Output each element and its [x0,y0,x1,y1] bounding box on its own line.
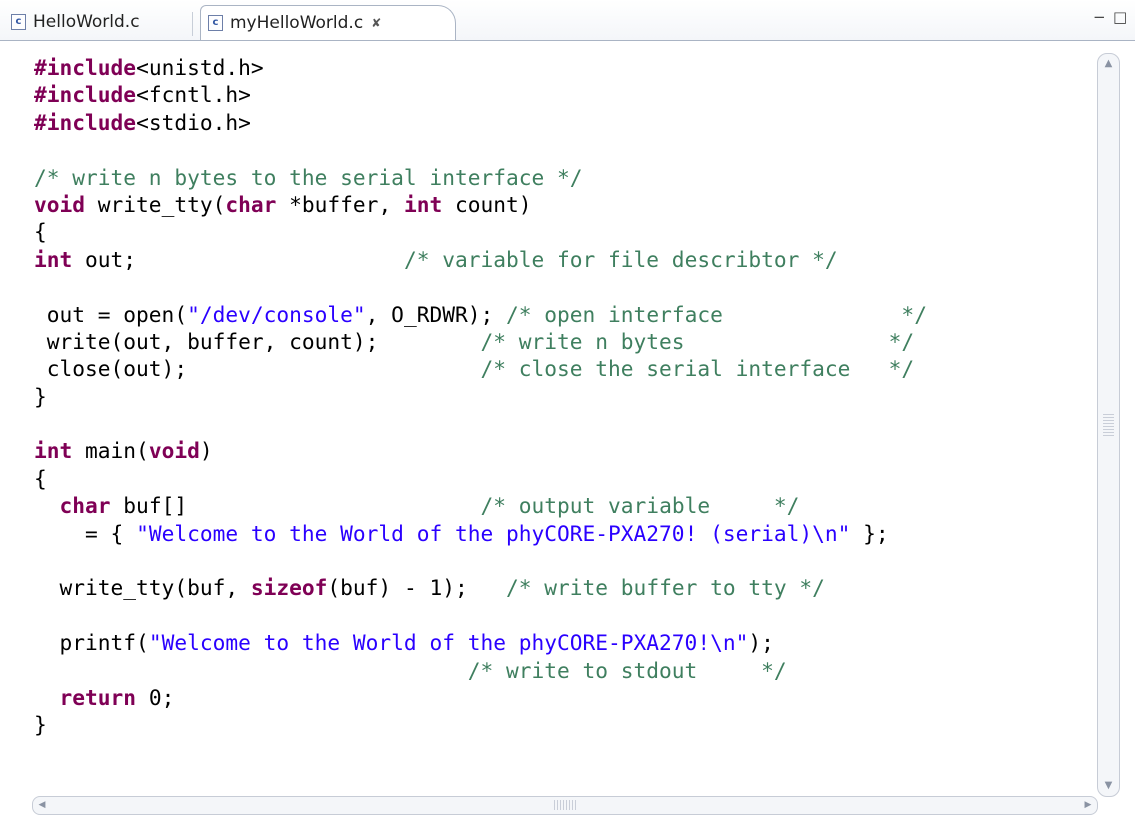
comment-token: /* write n bytes to the serial interface… [34,164,583,190]
code-line[interactable]: void write_tty(char *buffer, int count) [34,191,927,218]
comment-token: /* variable for file describtor */ [403,246,838,272]
code-line[interactable]: return 0; [34,684,927,711]
code-line[interactable]: close(out); /* close the serial interfac… [34,355,927,382]
code-token: } [34,712,47,738]
scrollbar-grip[interactable] [1103,414,1114,436]
code-line[interactable]: #include<unistd.h> [34,54,927,81]
scroll-down-arrow-icon[interactable]: ▼ [1098,776,1119,796]
code-line[interactable]: out = open("/dev/console", O_RDWR); /* o… [34,301,927,328]
c-source-file-icon: c [11,14,26,30]
code-line[interactable]: int main(void) [34,437,927,464]
code-line[interactable]: { [34,218,927,245]
comment-token: /* open interface */ [506,301,927,327]
code-token: }; [850,520,889,546]
keyword-token: char [59,493,111,519]
code-token: (buf) - 1); [327,575,506,601]
keyword-token: char [225,191,277,217]
code-line[interactable]: #include<fcntl.h> [34,81,927,108]
horizontal-scrollbar[interactable]: ◀ ▶ [32,796,1098,815]
code-line[interactable]: } [34,383,927,410]
code-line[interactable]: #include<stdio.h> [34,109,927,136]
scroll-up-arrow-icon[interactable]: ▲ [1098,54,1119,74]
c-source-file-icon: c [208,15,223,31]
close-tab-icon[interactable]: ✘ [371,16,381,30]
code-editor[interactable]: #include<unistd.h> #include<fcntl.h> #incl… [0,40,1135,815]
keyword-token: #include [34,109,137,135]
keyword-token: void [148,438,200,464]
string-token: "/dev/console" [187,301,366,327]
string-token: "Welcome to the World of the phyCORE-PXA… [148,630,749,656]
code-token: , O_RDWR); [365,301,506,327]
comment-token: /* output variable */ [480,493,800,519]
tab-helloworld-c[interactable]: c HelloWorld.c [4,5,189,39]
code-token: out; [72,246,404,272]
comment-token: /* write to stdout */ [467,657,787,683]
code-token: ); [748,630,774,656]
minimize-icon[interactable]: − [1093,8,1106,26]
code-line[interactable]: write(out, buffer, count); /* write n by… [34,328,927,355]
tab-myhelloworld-c[interactable]: c myHelloWorld.c ✘ [200,5,456,40]
keyword-token: int [34,246,73,272]
code-line[interactable]: = { "Welcome to the World of the phyCORE… [34,520,927,547]
vertical-scrollbar[interactable]: ▲ ▼ [1097,53,1120,797]
code-line[interactable] [34,547,927,574]
code-token: write_tty( [85,191,226,217]
code-token: main( [72,438,149,464]
code-line[interactable] [34,136,927,163]
source-code[interactable]: #include<unistd.h> #include<fcntl.h> #incl… [28,54,1093,739]
code-token: close(out); [34,356,481,382]
keyword-token: #include [34,55,137,80]
maximize-icon[interactable]: □ [1113,8,1127,26]
keyword-token: #include [34,82,137,108]
keyword-token: int [403,191,443,217]
code-token: <unistd.h> [136,55,264,80]
tab-label: HelloWorld.c [33,12,140,32]
code-token: ) [199,438,213,464]
scroll-right-arrow-icon[interactable]: ▶ [1079,797,1097,814]
comment-token: /* write buffer to tty */ [506,575,825,601]
code-line[interactable]: /* write n bytes to the serial interface… [34,164,927,191]
code-token: <stdio.h> [136,109,251,135]
code-token: out = open( [34,301,188,327]
code-token: { [34,219,47,245]
scroll-left-arrow-icon[interactable]: ◀ [33,797,51,814]
code-line[interactable]: printf("Welcome to the World of the phyC… [34,629,927,656]
keyword-token: return [59,684,137,710]
string-token: "Welcome to the World of the phyCORE-PXA… [136,520,851,546]
code-line[interactable] [34,273,927,300]
keyword-token: sizeof [250,575,328,601]
code-token: 0; [136,684,175,710]
code-token: printf( [34,630,149,656]
code-line[interactable]: int out; /* variable for file describtor… [28,245,1093,274]
code-token: { [34,465,47,491]
code-line[interactable] [34,410,927,437]
code-line[interactable]: char buf[] /* output variable */ [34,492,927,519]
keyword-token: void [34,191,86,217]
tab-divider [192,12,193,36]
code-token: count) [442,191,532,217]
editor-tab-bar: c HelloWorld.c c myHelloWorld.c ✘ − □ [0,0,1135,40]
code-line[interactable]: /* write to stdout */ [34,657,927,684]
code-line[interactable]: write_tty(buf, sizeof(buf) - 1); /* writ… [34,574,927,601]
code-line[interactable]: { [34,465,927,492]
code-token: <fcntl.h> [136,82,251,108]
code-line[interactable] [34,602,927,629]
code-token: write_tty(buf, [34,575,251,601]
comment-token: /* close the serial interface */ [480,356,915,382]
code-token: write(out, buffer, count); [34,328,481,354]
code-token: *buffer, [276,191,404,217]
code-line[interactable]: } [34,711,927,738]
comment-token: /* write n bytes */ [480,328,915,354]
code-token: = { [34,520,137,546]
code-token: } [34,383,47,409]
code-token: buf[] [110,493,481,519]
editor-left-ruler [0,41,28,781]
scrollbar-grip[interactable] [554,800,576,810]
keyword-token: int [34,438,73,464]
tab-label: myHelloWorld.c [230,13,364,33]
